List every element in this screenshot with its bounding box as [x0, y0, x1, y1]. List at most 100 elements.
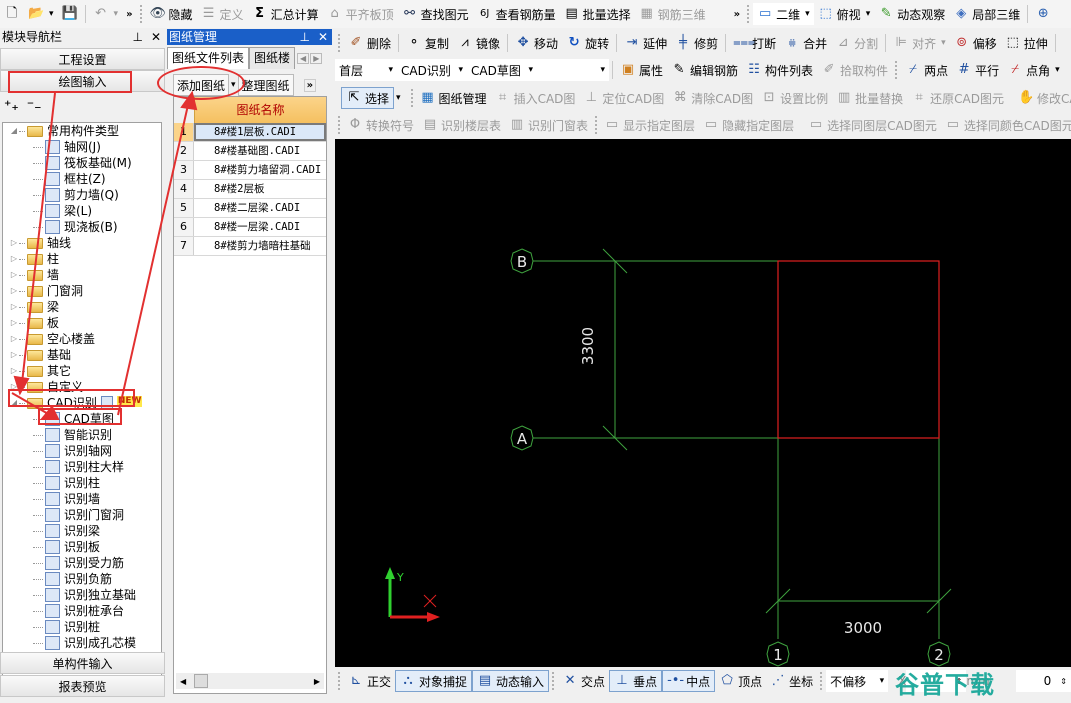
collapse-all-icon[interactable]: ⁻₋ [27, 98, 42, 114]
tree-node[interactable]: ▷ 基础 [3, 347, 161, 363]
rebar-3d-button[interactable]: ▦ 钢筋三维 [635, 3, 710, 25]
drawing-name-cell[interactable]: 8#楼2层板 [194, 180, 326, 198]
summary-calc-button[interactable]: Σ 汇总计算 [248, 3, 323, 25]
expand-icon[interactable]: ▷ [9, 283, 19, 299]
clear-cad-button[interactable]: ⌘ 清除CAD图 [668, 87, 757, 109]
hide-layer-button[interactable]: ▭ 隐藏指定图层 [699, 114, 798, 136]
tree-node[interactable]: 识别板 [3, 539, 161, 555]
save-button[interactable]: 💾 [58, 3, 82, 25]
tree-node[interactable]: 梁(L) [3, 203, 161, 219]
expand-all-icon[interactable]: ⁺₊ [4, 98, 19, 114]
recognize-floor-table-button[interactable]: ▤ 识别楼层表 [418, 114, 505, 136]
tree-node[interactable]: 识别柱 [3, 475, 161, 491]
module-select[interactable]: CAD识别 ▾ [397, 59, 467, 81]
tree-node[interactable]: ▷ 梁 [3, 299, 161, 315]
toolbar-grip[interactable] [747, 5, 750, 23]
tree-node[interactable]: 剪力墙(Q) [3, 187, 161, 203]
tree-node[interactable]: ▷ 板 [3, 315, 161, 331]
tree-node[interactable]: 框柱(Z) [3, 171, 161, 187]
tree-node[interactable]: ▷ 轴线 [3, 235, 161, 251]
tree-node[interactable]: ▷ 门窗洞 [3, 283, 161, 299]
tree-node[interactable]: ▷ 墙 [3, 267, 161, 283]
drawing-row[interactable]: 7 8#楼剪力墙暗柱基础 [174, 237, 326, 256]
drawing-name-cell[interactable]: 8#楼一层梁.CADI [194, 218, 326, 236]
open-button[interactable]: 📂 ▾ [24, 3, 58, 25]
floor-select[interactable]: 首层 ▾ [335, 59, 397, 81]
set-scale-button[interactable]: ⊡ 设置比例 [757, 87, 832, 109]
tree-node[interactable]: 现浇板(B) [3, 219, 161, 235]
toolbar-grip[interactable] [139, 5, 143, 23]
stretch-button[interactable]: ⬚ 拉伸 [1001, 32, 1052, 54]
properties-button[interactable]: ▣ 属性 [616, 59, 667, 81]
overflow-button-2[interactable]: » [730, 3, 744, 25]
edit-rebar-button[interactable]: ✎ 编辑钢筋 [667, 59, 742, 81]
snap-toggle-vertex[interactable]: ⬠ 顶点 [715, 670, 766, 692]
snap-toggle-ortho[interactable]: ⊾ 正交 [344, 670, 395, 692]
pin-icon[interactable]: ⊥ [132, 29, 142, 45]
tree-node[interactable]: ▷ 空心楼盖 [3, 331, 161, 347]
expand-icon[interactable]: ▷ [9, 363, 19, 379]
scroll-thumb[interactable] [194, 674, 208, 688]
zoom-button[interactable]: ⊕ [1031, 3, 1055, 25]
scroll-left-icon[interactable]: ◀ [180, 677, 186, 686]
drawing-name-cell[interactable]: 8#楼1层板.CADI [194, 123, 326, 141]
expand-icon[interactable]: ▷ [9, 315, 19, 331]
expand-icon[interactable]: ▷ [9, 347, 19, 363]
find-element-button[interactable]: ⚯ 查找图元 [398, 3, 473, 25]
locate-cad-button[interactable]: ⊥ 定位CAD图 [579, 87, 668, 109]
organize-drawing-button[interactable]: 整理图纸 [237, 74, 294, 96]
copy-button[interactable]: ⚬ 复制 [402, 32, 453, 54]
toolbar-grip[interactable] [338, 116, 340, 134]
rotate-button[interactable]: ↻ 旋转 [562, 32, 613, 54]
collapse-icon[interactable]: ◢ [9, 123, 19, 139]
tree-node[interactable]: 筏板基础(M) [3, 155, 161, 171]
select-button[interactable]: ⇱ 选择 [341, 87, 395, 109]
tree-node[interactable]: 识别梁 [3, 523, 161, 539]
batch-select-button[interactable]: ▤ 批量选择 [560, 3, 635, 25]
restore-cad-button[interactable]: ⌗ 还原CAD图元 [907, 87, 1008, 109]
scroll-right-icon[interactable]: ▶ [314, 677, 320, 686]
select-same-color-button[interactable]: ▭ 选择同颜色CAD图元 [941, 114, 1071, 136]
tab-scroll-left-icon[interactable]: ◀ [297, 52, 310, 64]
drawing-name-cell[interactable]: 8#楼剪力墙暗柱基础 [194, 237, 326, 255]
offset-mode-select[interactable]: 不偏移 ▾ [826, 670, 889, 692]
align-slab-top-button[interactable]: ⌂ 平齐板顶 [323, 3, 398, 25]
toolbar-grip[interactable] [820, 672, 823, 690]
drawing-name-cell[interactable]: 8#楼二层梁.CADI [194, 199, 326, 217]
drawing-manager-button[interactable]: ▦ 图纸管理 [416, 87, 491, 109]
close-icon[interactable]: ✕ [318, 29, 328, 45]
snap-toggle-coordinate[interactable]: ⋰ 坐标 [766, 670, 817, 692]
tree-node[interactable]: 识别受力筋 [3, 555, 161, 571]
tab-scroll-right-icon[interactable]: ▶ [310, 52, 323, 64]
expand-icon[interactable]: ▷ [9, 267, 19, 283]
drawing-row[interactable]: 5 8#楼二层梁.CADI [174, 199, 326, 218]
point-angle-button[interactable]: ⌿ 点角 ▾ [1003, 59, 1064, 81]
expand-icon[interactable]: ▷ [9, 251, 19, 267]
tree-node[interactable]: 识别独立基础 [3, 587, 161, 603]
cad-drawing-canvas[interactable]: B A 1 2 3000 3300 Y [335, 139, 1071, 667]
recognize-door-table-button[interactable]: ▥ 识别门窗表 [505, 114, 592, 136]
tab-drawing-floor[interactable]: 图纸楼 [249, 47, 296, 69]
merge-button[interactable]: ⩷ 合并 [780, 32, 831, 54]
submodule-select[interactable]: CAD草图 ▾ [467, 59, 537, 81]
component-list-button[interactable]: ☷ 构件列表 [742, 59, 817, 81]
select-same-layer-button[interactable]: ▭ 选择同图层CAD图元 [804, 114, 941, 136]
actions-overflow-button[interactable]: » [303, 78, 317, 92]
delete-button[interactable]: ✐ 删除 [344, 32, 395, 54]
horizontal-scrollbar[interactable]: ◀ ▶ [176, 673, 324, 689]
pin-icon[interactable]: ⊥ [299, 29, 309, 45]
tree-node[interactable]: 识别柱大样 [3, 459, 161, 475]
modify-cad-button[interactable]: ✋修改CAD [1014, 87, 1071, 109]
tree-node[interactable]: 识别成孔芯模 [3, 635, 161, 651]
batch-replace-button[interactable]: ▥ 批量替换 [832, 87, 907, 109]
extend-button[interactable]: ⇥ 延伸 [620, 32, 671, 54]
parallel-button[interactable]: # 平行 [952, 59, 1003, 81]
offset-button[interactable]: ⊚ 偏移 [950, 32, 1001, 54]
local-3d-button[interactable]: ◈ 局部三维 [949, 3, 1024, 25]
toolbar-grip[interactable] [338, 34, 341, 52]
spin-icon[interactable]: ⇕ [1060, 677, 1067, 686]
align-button[interactable]: ⊫ 对齐 ▾ [889, 32, 950, 54]
component-select[interactable]: ▾ [537, 59, 609, 81]
show-layer-button[interactable]: ▭ 显示指定图层 [600, 114, 699, 136]
toolbar-grip[interactable] [552, 672, 555, 690]
